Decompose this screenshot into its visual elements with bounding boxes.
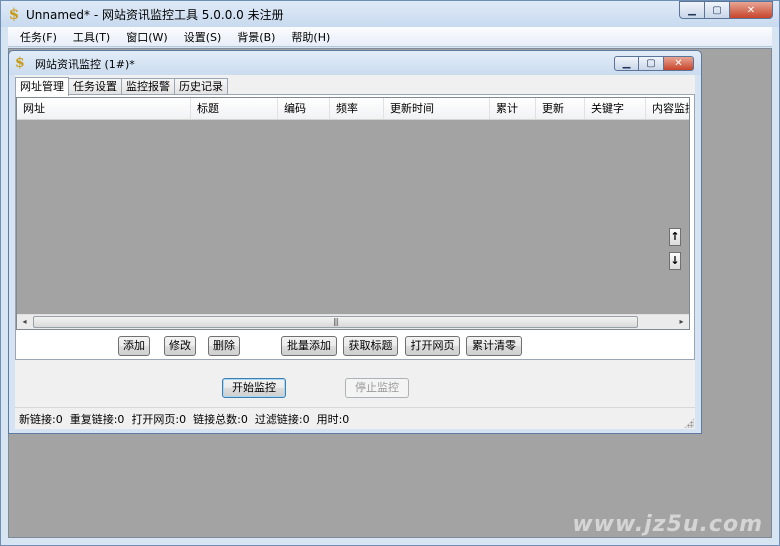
- column-header-keywords[interactable]: 关键字: [585, 98, 646, 119]
- child-close-button[interactable]: ✕: [664, 56, 694, 71]
- child-window-controls: ▁ ▢ ✕: [614, 56, 694, 71]
- scroll-left-icon[interactable]: ◂: [17, 315, 32, 329]
- delete-button[interactable]: 删除: [208, 336, 240, 356]
- close-button[interactable]: ✕: [730, 1, 773, 19]
- column-header-title[interactable]: 标题: [191, 98, 278, 119]
- tab-url-management[interactable]: 网址管理: [15, 77, 69, 96]
- title-bar[interactable]: $ Unnamed* - 网站资讯监控工具 5.0.0.0 未注册 ▁ ▢ ✕: [1, 1, 779, 27]
- watermark: www.jz5u.com: [572, 512, 763, 537]
- stop-monitor-button[interactable]: 停止监控: [345, 378, 409, 398]
- window-controls: ▁ ▢ ✕: [679, 1, 773, 19]
- close-icon: ✕: [674, 58, 683, 69]
- maximize-icon: ▢: [712, 4, 722, 16]
- window-title: Unnamed* - 网站资讯监控工具 5.0.0.0 未注册: [26, 8, 284, 22]
- dollar-sign-icon: $: [15, 55, 25, 71]
- close-icon: ✕: [746, 4, 756, 16]
- column-header-frequency[interactable]: 频率: [330, 98, 384, 119]
- maximize-button[interactable]: ▢: [705, 1, 730, 19]
- menu-settings[interactable]: 设置(S): [178, 29, 232, 45]
- add-button[interactable]: 添加: [118, 336, 150, 356]
- tab-task-settings[interactable]: 任务设置: [68, 78, 122, 95]
- status-filtered-links: 过滤链接:0: [254, 412, 310, 426]
- restore-icon: ▢: [646, 58, 656, 69]
- menu-help[interactable]: 帮助(H): [285, 29, 340, 45]
- menu-window[interactable]: 窗口(W): [120, 29, 177, 45]
- clear-total-button[interactable]: 累计清零: [466, 336, 522, 356]
- child-body: 网址管理 任务设置 监控报警 历史记录 网址 标题 编码 频率 更新时间 累计 …: [15, 75, 695, 429]
- dollar-sign-icon: $: [8, 5, 20, 23]
- batch-add-button[interactable]: 批量添加: [281, 336, 337, 356]
- scroll-right-icon[interactable]: ▸: [674, 315, 689, 329]
- tab-history[interactable]: 历史记录: [174, 78, 228, 95]
- column-header-encoding[interactable]: 编码: [278, 98, 330, 119]
- monitor-child-window: $ 网站资讯监控 (1#)* ▁ ▢ ✕ 网址管理 任务设置 监控报警 历史记录…: [8, 50, 702, 434]
- open-page-button[interactable]: 打开网页: [405, 336, 460, 356]
- minimize-icon: ▁: [622, 58, 631, 69]
- column-header-updated[interactable]: 更新: [536, 98, 585, 119]
- edit-button[interactable]: 修改: [164, 336, 196, 356]
- status-new-links: 新链接:0: [19, 412, 63, 426]
- list-header: 网址 标题 编码 频率 更新时间 累计 更新 关键字 内容监控: [17, 98, 689, 120]
- horizontal-scrollbar[interactable]: ◂ ||| ▸: [17, 314, 689, 329]
- move-down-button[interactable]: ↓: [669, 252, 681, 270]
- minimize-icon: ▁: [688, 4, 696, 16]
- menu-tools[interactable]: 工具(T): [67, 29, 120, 45]
- scrollbar-thumb[interactable]: |||: [33, 316, 638, 328]
- column-header-url[interactable]: 网址: [17, 98, 191, 119]
- tab-monitor-alerts[interactable]: 监控报警: [121, 78, 175, 95]
- status-duplicate-links: 重复链接:0: [69, 412, 125, 426]
- move-up-button[interactable]: ↑: [669, 228, 681, 246]
- child-minimize-button[interactable]: ▁: [614, 56, 639, 71]
- status-total-links: 链接总数:0: [193, 412, 248, 426]
- child-restore-button[interactable]: ▢: [639, 56, 664, 71]
- child-title-bar[interactable]: $ 网站资讯监控 (1#)* ▁ ▢ ✕: [9, 51, 701, 75]
- status-elapsed-time: 用时:0: [316, 412, 350, 426]
- column-header-content-monitor[interactable]: 内容监控: [646, 98, 689, 119]
- list-body[interactable]: [17, 120, 689, 314]
- menu-background[interactable]: 背景(B): [231, 29, 285, 45]
- tab-strip: 网址管理 任务设置 监控报警 历史记录: [15, 77, 228, 96]
- status-bar: 新链接:0 重复链接:0 打开网页:0 链接总数:0 过滤链接:0 用时:0: [15, 407, 695, 429]
- status-opened-pages: 打开网页:0: [131, 412, 187, 426]
- column-header-update-time[interactable]: 更新时间: [384, 98, 490, 119]
- minimize-button[interactable]: ▁: [679, 1, 705, 19]
- column-header-total[interactable]: 累计: [490, 98, 536, 119]
- menu-bar: 任务(F) 工具(T) 窗口(W) 设置(S) 背景(B) 帮助(H): [8, 27, 772, 47]
- resize-grip-icon[interactable]: [684, 418, 694, 428]
- menu-task[interactable]: 任务(F): [14, 29, 67, 45]
- url-management-panel: 网址 标题 编码 频率 更新时间 累计 更新 关键字 内容监控 ◂ ||| ▸ …: [15, 94, 695, 360]
- get-title-button[interactable]: 获取标题: [343, 336, 398, 356]
- child-window-title: 网站资讯监控 (1#)*: [35, 58, 135, 71]
- start-monitor-button[interactable]: 开始监控: [222, 378, 286, 398]
- url-list[interactable]: 网址 标题 编码 频率 更新时间 累计 更新 关键字 内容监控 ◂ ||| ▸ …: [16, 97, 690, 330]
